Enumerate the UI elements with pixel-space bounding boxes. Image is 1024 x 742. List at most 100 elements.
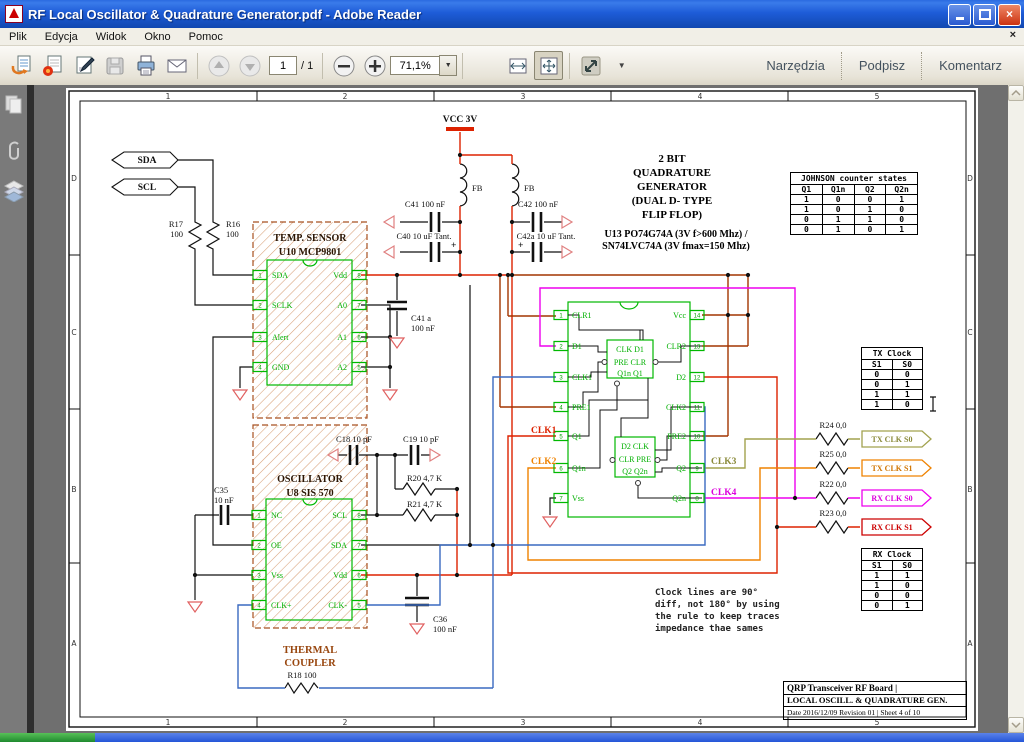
svg-text:10 nF: 10 nF <box>214 495 234 505</box>
scroll-down-icon <box>1011 722 1021 728</box>
svg-text:B: B <box>967 485 972 494</box>
clk2-orange-net <box>528 468 860 560</box>
previous-page-button[interactable] <box>204 51 233 80</box>
svg-text:Vdd: Vdd <box>333 571 347 580</box>
start-button[interactable] <box>0 733 95 742</box>
svg-text:13: 13 <box>694 345 701 351</box>
fit-width-button[interactable] <box>503 51 532 80</box>
svg-text:CLK-: CLK- <box>328 601 347 610</box>
attachments-icon[interactable] <box>3 140 25 162</box>
rx-clk-s0-flag-label: RX CLK S0 <box>871 494 912 503</box>
svg-text:C42 100 nF: C42 100 nF <box>518 199 558 209</box>
svg-text:D: D <box>967 174 973 183</box>
svg-text:100: 100 <box>226 229 239 239</box>
scroll-down-button[interactable] <box>1008 717 1024 733</box>
page-number-input[interactable]: 1 <box>269 56 297 75</box>
svg-text:CLR PRE: CLR PRE <box>619 455 651 464</box>
svg-text:R23 0,0: R23 0,0 <box>820 508 847 518</box>
windows-taskbar[interactable] <box>0 733 1024 742</box>
more-tools-button[interactable]: ▼ <box>607 51 636 80</box>
svg-text:CLK2: CLK2 <box>666 403 686 412</box>
restore-icon <box>979 9 991 20</box>
sign-panel-button[interactable]: Podpisz <box>843 58 921 73</box>
thermal-coupler-blocks <box>253 222 367 628</box>
svg-text:Vdd: Vdd <box>333 271 347 280</box>
fit-page-button[interactable] <box>534 51 563 80</box>
svg-text:A2: A2 <box>337 363 347 372</box>
sign-icon <box>72 54 96 78</box>
page-up-icon <box>207 54 231 78</box>
close-button[interactable]: × <box>998 4 1021 26</box>
svg-text:14: 14 <box>694 314 701 320</box>
clock-lines-note: Clock lines are 90° diff, not 180° by us… <box>655 587 780 635</box>
save-button[interactable] <box>100 51 129 80</box>
svg-text:CLR2: CLR2 <box>666 342 686 351</box>
page-thumbnails-icon[interactable] <box>3 94 25 116</box>
svg-text:1: 1 <box>166 718 171 727</box>
scroll-up-button[interactable] <box>1008 85 1024 101</box>
svg-text:C18 10 pF: C18 10 pF <box>336 434 372 444</box>
open-button[interactable] <box>7 51 36 80</box>
hide-toolbar-x-icon[interactable]: × <box>1010 29 1016 41</box>
fit-page-icon <box>537 54 561 78</box>
svg-text:2: 2 <box>343 718 348 727</box>
email-button[interactable] <box>162 51 191 80</box>
svg-text:11: 11 <box>694 406 701 412</box>
svg-text:10: 10 <box>694 435 701 441</box>
menu-edycja[interactable]: Edycja <box>36 30 87 44</box>
menu-widok[interactable]: Widok <box>87 30 136 44</box>
sign-button[interactable] <box>69 51 98 80</box>
title-block: QRP Transceiver RF Board | LOCAL OSCILL.… <box>783 681 967 718</box>
rx-clk-s1-flag-label: RX CLK S1 <box>871 523 912 532</box>
restore-button[interactable] <box>973 4 996 26</box>
layers-icon[interactable] <box>3 180 25 202</box>
u13-part-text: U13 PO74G74A (3V f>600 Mhz) / SN74LVC74A… <box>578 229 774 253</box>
svg-text:COUPLER: COUPLER <box>284 658 336 669</box>
zoom-level-input[interactable]: 71,1% <box>390 56 439 75</box>
temp-sensor-title: TEMP. SENSOR <box>274 233 348 244</box>
oscillator-title: OSCILLATOR <box>277 474 344 485</box>
menu-okno[interactable]: Okno <box>135 30 179 44</box>
svg-text:A: A <box>967 639 973 648</box>
menu-plik[interactable]: Plik <box>0 30 36 44</box>
next-page-button[interactable] <box>235 51 264 80</box>
sidebar-divider[interactable] <box>27 85 34 733</box>
svg-text:SDA: SDA <box>272 271 288 280</box>
print-button[interactable] <box>131 51 160 80</box>
svg-text:CLK4: CLK4 <box>711 488 737 498</box>
svg-text:PRE2: PRE2 <box>667 432 686 441</box>
svg-text:A1: A1 <box>337 333 347 342</box>
page-total-label: / 1 <box>301 60 313 72</box>
flipflop-gate-labels: CLK D1 PRE CLR Q1n Q1 D2 CLK CLR PRE Q2 … <box>614 345 651 476</box>
svg-text:2: 2 <box>559 345 563 351</box>
svg-text:Vss: Vss <box>271 571 283 580</box>
minimize-button[interactable] <box>948 4 971 26</box>
menu-pomoc[interactable]: Pomoc <box>180 30 232 44</box>
zoom-dropdown-button[interactable]: ▼ <box>439 55 457 76</box>
svg-text:Q2n: Q2n <box>672 494 686 503</box>
svg-text:THERMAL: THERMAL <box>283 645 337 656</box>
scl-flag-label: SCL <box>138 183 156 193</box>
resize-mode-button[interactable] <box>576 51 605 80</box>
svg-text:VCC 3V: VCC 3V <box>443 115 478 125</box>
svg-text:7: 7 <box>559 497 563 503</box>
svg-text:GND: GND <box>272 363 290 372</box>
rx-clock-table: RX Clock S1S0 11 10 00 01 <box>861 548 923 611</box>
zoom-out-button[interactable] <box>329 51 358 80</box>
tools-panel-button[interactable]: Narzędzia <box>750 58 841 73</box>
tx-clk-s0-flag-label: TX CLK S0 <box>872 435 913 444</box>
svg-text:100 nF: 100 nF <box>411 323 435 333</box>
save-icon <box>103 54 127 78</box>
zoom-in-button[interactable] <box>360 51 389 80</box>
scroll-up-icon <box>1011 90 1021 96</box>
vertical-scrollbar[interactable] <box>1008 85 1024 733</box>
comment-panel-button[interactable]: Komentarz <box>923 58 1018 73</box>
svg-text:D2: D2 <box>676 373 686 382</box>
navigation-sidebar <box>0 85 27 733</box>
menu-bar: Plik Edycja Widok Okno Pomoc × <box>0 28 1024 46</box>
create-pdf-button[interactable] <box>38 51 67 80</box>
svg-text:Q1n Q1: Q1n Q1 <box>617 369 643 378</box>
svg-text:A0: A0 <box>337 301 347 310</box>
svg-text:Q1: Q1 <box>572 432 582 441</box>
chevron-down-icon: ▼ <box>618 61 626 70</box>
